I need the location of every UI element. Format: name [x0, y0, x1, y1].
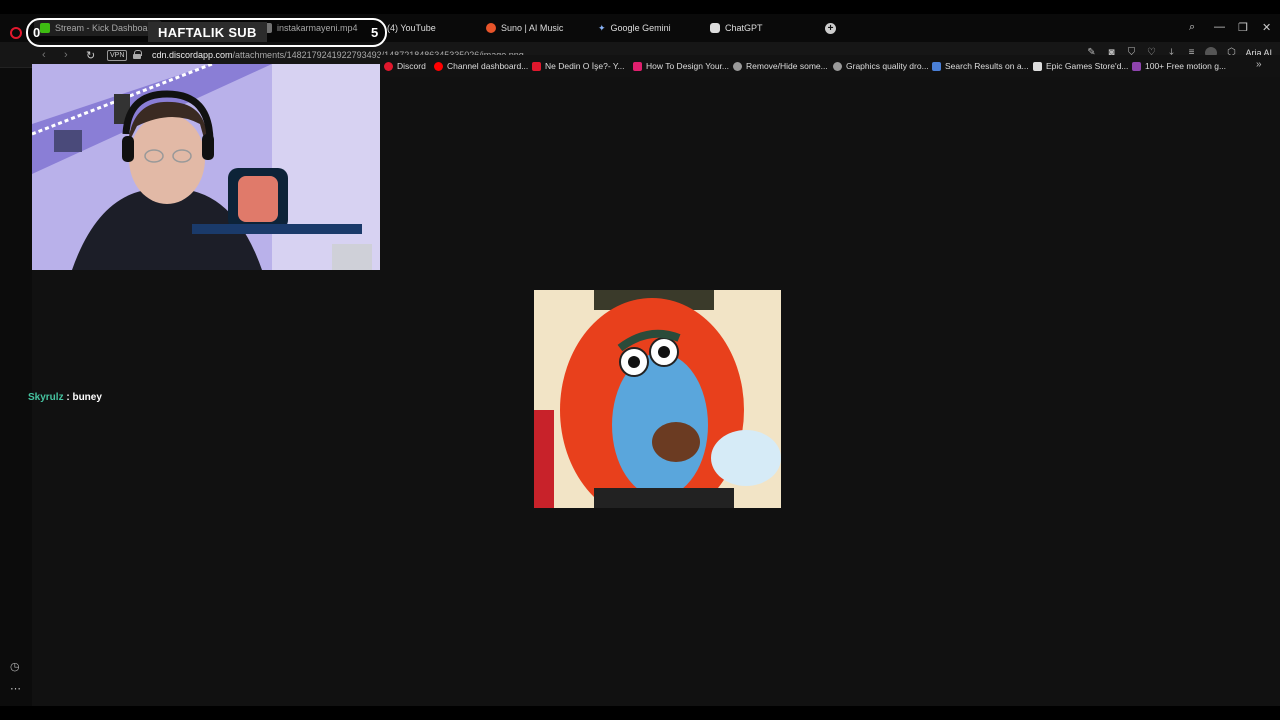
forward-icon[interactable]: ›	[64, 49, 68, 61]
bookmark-search-results[interactable]: Search Results on a...	[932, 61, 1029, 71]
discord-icon	[384, 61, 393, 71]
minimize-icon[interactable]: —	[1214, 21, 1225, 33]
bookmark-icon	[1132, 61, 1141, 71]
bottom-bar	[0, 706, 1280, 720]
youtube-icon	[434, 61, 443, 71]
history-icon[interactable]: ◷	[10, 660, 20, 673]
bookmark-label: Graphics quality dro...	[846, 61, 929, 71]
more-bookmarks-icon[interactable]: »	[1256, 59, 1262, 70]
restore-icon[interactable]: ❐	[1238, 21, 1248, 34]
bookmark-icon	[932, 61, 941, 71]
webcam-overlay	[32, 64, 380, 270]
back-icon[interactable]: ‹	[42, 49, 46, 61]
tab-chatgpt[interactable]: ChatGPT	[710, 20, 763, 36]
bookmark-icon	[733, 61, 742, 71]
streamer-camera	[32, 64, 380, 270]
reload-icon[interactable]: ↻	[86, 49, 95, 62]
sidebar: ◷ ⋯	[0, 68, 32, 706]
bookmark-label: 100+ Free motion g...	[1145, 61, 1227, 71]
bookmarks-bar: Discord Channel dashboard... Ne Dedin O …	[380, 55, 1280, 77]
bookmark-discord[interactable]: Discord	[384, 61, 426, 71]
bookmark-icon	[833, 61, 842, 71]
bookmark-label: Epic Games Store'd...	[1046, 61, 1129, 71]
bookmark-icon	[1033, 61, 1042, 71]
meme-image[interactable]	[534, 290, 781, 508]
tab-label: (4) YouTube	[387, 23, 436, 33]
more-icon[interactable]: ⋯	[10, 682, 21, 695]
vpn-badge[interactable]: VPN	[107, 50, 128, 61]
gemini-icon: ✦	[598, 22, 606, 33]
tab-suno[interactable]: Suno | AI Music	[486, 20, 563, 36]
bookmark-channel-dashboard[interactable]: Channel dashboard...	[434, 61, 528, 71]
bookmark-free-motion[interactable]: 100+ Free motion g...	[1132, 61, 1226, 71]
bookmark-label: Discord	[397, 61, 426, 71]
tab-youtube[interactable]: (4) YouTube	[387, 20, 436, 36]
tab-label: Google Gemini	[610, 23, 671, 33]
bookmark-label: Remove/Hide some...	[746, 61, 828, 71]
opera-logo-icon[interactable]	[10, 27, 22, 39]
search-tabs-icon[interactable]: ⌕	[1189, 21, 1195, 34]
bookmark-how-to-design[interactable]: How To Design Your...	[633, 61, 729, 71]
bookmark-label: Search Results on a...	[945, 61, 1029, 71]
chat-username: Skyrulz	[28, 392, 64, 403]
bookmark-label: How To Design Your...	[646, 61, 730, 71]
chat-message: Skyrulz : buney	[28, 392, 102, 403]
tab-gemini[interactable]: ✦ Google Gemini	[598, 20, 671, 36]
new-tab-icon[interactable]: +	[825, 23, 836, 34]
bookmark-label: Channel dashboard...	[447, 61, 529, 71]
sub-goal-start: 0	[33, 25, 41, 40]
tab-label: Suno | AI Music	[501, 23, 564, 33]
close-window-icon[interactable]: ✕	[1262, 21, 1271, 34]
bookmark-icon	[633, 61, 642, 71]
bookmark-icon	[532, 61, 541, 71]
sub-goal-target: 5	[371, 25, 379, 40]
bookmark-epic-games[interactable]: Epic Games Store'd...	[1033, 61, 1128, 71]
suno-icon	[486, 23, 496, 33]
lock-icon[interactable]	[133, 50, 142, 59]
url-host: cdn.discordapp.com	[152, 50, 233, 60]
tab-label: ChatGPT	[725, 23, 763, 33]
chatgpt-icon	[710, 23, 720, 33]
bookmark-label: Ne Dedin O İşe?- Y...	[545, 61, 625, 71]
muppet-picture	[534, 290, 781, 508]
sub-goal-title: HAFTALIK SUB	[148, 22, 267, 42]
bookmark-graphics-quality[interactable]: Graphics quality dro...	[833, 61, 929, 71]
bookmark-ne-dedin[interactable]: Ne Dedin O İşe?- Y...	[532, 61, 625, 71]
bookmark-remove-hide[interactable]: Remove/Hide some...	[733, 61, 828, 71]
chat-text: buney	[72, 392, 102, 403]
